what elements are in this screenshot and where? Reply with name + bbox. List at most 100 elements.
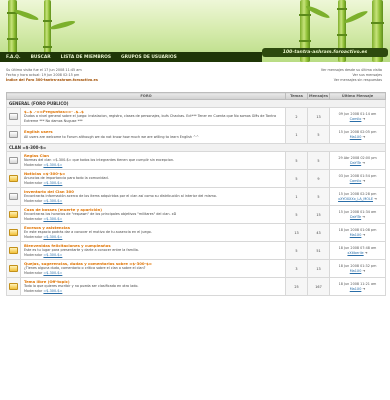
moderator-link[interactable]: =$-300-$= — [43, 163, 62, 167]
forum-moderator: Moderador =$-300-$= — [24, 288, 63, 293]
moderator-link[interactable]: =$-300-$= — [43, 253, 62, 257]
forum-last-post: 18 Jun 2008 01:32 pm Ma1X0 ➔ — [329, 259, 386, 278]
go-to-last-post-icon[interactable]: ➔ — [374, 197, 377, 201]
folder-icon — [9, 192, 18, 200]
forum-row: Tema libre (Off-topic) Todo lo que quier… — [6, 277, 386, 296]
forum-moderator: Moderador =$-300-$= — [24, 198, 63, 203]
forum-topics-count: 5 — [285, 241, 308, 260]
forum-posts-count: 167 — [307, 277, 330, 296]
forum-row: Bienvenidas felicitaciones y cumpleaños … — [6, 241, 386, 260]
moderator-link[interactable]: =$-300-$= — [43, 289, 62, 293]
nav-members-list[interactable]: LISTA DE MIEMBROS — [61, 55, 111, 60]
folder-new-posts-icon — [9, 210, 18, 218]
go-to-last-post-icon[interactable]: ➔ — [362, 179, 365, 183]
forum-status-cell — [6, 107, 21, 126]
forum-domain-banner: 100-tantra-ashram.foroactivo.es — [262, 48, 388, 57]
forum-topics-count: 5 — [285, 169, 308, 188]
forum-posts-count: 15 — [307, 205, 330, 224]
moderator-link[interactable]: =$-300-$= — [43, 181, 62, 185]
forum-topics-count: 5 — [285, 151, 308, 170]
nav-search[interactable]: BUSCAR — [31, 55, 51, 60]
forum-description: All users are welcome to Forum although … — [24, 134, 199, 139]
forum-posts-count: 5 — [307, 187, 330, 206]
forum-topics-count: 13 — [285, 223, 308, 242]
forum-moderator: Moderador =$-300-$= — [24, 162, 63, 167]
moderator-link[interactable]: =$-300-$= — [43, 217, 62, 221]
last-post-user-link[interactable]: xXYOXXXx_LA_MOLE — [338, 197, 373, 201]
forum-last-post: 15 Jun 2008 01:34 am DaYiTe ➔ — [329, 205, 386, 224]
forum-topics-count: 3 — [285, 259, 308, 278]
forum-topics-count: 2 — [285, 107, 308, 126]
forum-row: Reglas Clan Normas del clan =$-300-$= qu… — [6, 151, 386, 170]
forum-moderator: Moderador =$-300-$= — [24, 270, 63, 275]
go-to-last-post-icon[interactable]: ➔ — [362, 233, 365, 237]
last-post-user-link[interactable]: DaYiTe — [350, 215, 361, 219]
forum-status-cell — [6, 241, 21, 260]
folder-icon — [9, 156, 18, 164]
forum-info-cell: Quejas, sugerencias, dudas y comentarios… — [20, 259, 286, 278]
forum-column-header: FORO — [6, 92, 286, 100]
last-post-user-link[interactable]: Ma1X0 — [350, 287, 362, 291]
forum-last-post: 18 Jun 2008 01:08 pm Ma1X0 ➔ — [329, 223, 386, 242]
go-to-last-post-icon[interactable]: ➔ — [362, 287, 365, 291]
unanswered-posts-link[interactable]: Ver mensajes sin respuestas — [321, 78, 382, 83]
top-navigation: F.A.Q. BUSCAR LISTA DE MIEMBROS GRUPOS D… — [0, 52, 262, 62]
forum-moderator: Moderador =$-300-$= — [24, 216, 63, 221]
go-to-last-post-icon[interactable]: ➔ — [362, 117, 365, 121]
last-post-column-header: Último Mensaje — [329, 92, 386, 100]
last-post-user-link[interactable]: xXtiberile — [347, 251, 363, 255]
forum-row: $..$ .-==Preguntas==- .$..$ Dudas a nive… — [6, 107, 386, 126]
moderator-link[interactable]: =$-300-$= — [43, 199, 62, 203]
go-to-last-post-icon[interactable]: ➔ — [362, 215, 365, 219]
forum-topics-count: 25 — [285, 277, 308, 296]
folder-new-posts-icon — [9, 282, 18, 290]
forum-info-cell: Caza de bosses (muerte y aparición) Enco… — [20, 205, 286, 224]
forum-topics-count: 5 — [285, 205, 308, 224]
go-to-last-post-icon[interactable]: ➔ — [362, 135, 365, 139]
topics-column-header: Temas — [285, 92, 308, 100]
forum-last-post: 03 Jun 2008 01:54 pm Camilo ➔ — [329, 169, 386, 188]
forum-posts-count: 5 — [307, 151, 330, 170]
folder-icon — [9, 130, 18, 138]
forum-index-link[interactable]: Índice del Foro 300-tantra-ashram.foroac… — [6, 78, 98, 83]
forum-posts-count: 13 — [307, 259, 330, 278]
forum-info-cell: Tema libre (Off-topic) Todo lo que quier… — [20, 277, 286, 296]
folder-icon — [9, 112, 18, 120]
forum-topics-count: 1 — [285, 125, 308, 144]
forum-description: Dudas a nivel general sobre el juego: in… — [24, 114, 277, 123]
last-post-user-link[interactable]: Ma1X0 — [350, 233, 362, 237]
moderator-link[interactable]: =$-300-$= — [43, 271, 62, 275]
category-header: CLAN =$-300-$= — [6, 143, 386, 152]
forum-row: Quejas, sugerencias, dudas y comentarios… — [6, 259, 386, 278]
forum-row: Inventario del Clan 300 Encontrarás info… — [6, 187, 386, 206]
go-to-last-post-icon[interactable]: ➔ — [362, 161, 365, 165]
forum-info-cell: Reglas Clan Normas del clan =$-300-$= qu… — [20, 151, 286, 170]
moderator-link[interactable]: =$-300-$= — [43, 235, 62, 239]
last-post-user-link[interactable]: Camilo — [350, 179, 362, 183]
nav-user-groups[interactable]: GRUPOS DE USUARIOS — [121, 55, 177, 60]
last-post-user-link[interactable]: Ma1X0 — [350, 135, 362, 139]
forum-row: Excesos y asistencias En este espacio po… — [6, 223, 386, 242]
go-to-last-post-icon[interactable]: ➔ — [365, 251, 368, 255]
forum-info-cell: $..$ .-==Preguntas==- .$..$ Dudas a nive… — [20, 107, 286, 126]
forum-topics-count: 1 — [285, 187, 308, 206]
nav-faq[interactable]: F.A.Q. — [6, 55, 21, 60]
forum-status-cell — [6, 223, 21, 242]
folder-new-posts-icon — [9, 264, 18, 272]
last-post-user-link[interactable]: Ma1X0 — [350, 269, 362, 273]
forum-last-post: 18 Jun 2008 07:48 am xXtiberile ➔ — [329, 241, 386, 260]
folder-new-posts-icon — [9, 174, 18, 182]
last-post-user-link[interactable]: Camilo — [350, 117, 362, 121]
forum-info-cell: Excesos y asistencias En este espacio po… — [20, 223, 286, 242]
forum-posts-count: 5 — [307, 125, 330, 144]
last-post-user-link[interactable]: DaYiTe — [350, 161, 361, 165]
forum-last-post: 29 Abr 2008 02:00 pm DaYiTe ➔ — [329, 151, 386, 170]
forum-moderator: Moderador =$-300-$= — [24, 234, 63, 239]
forum-last-post: 18 Jun 2008 11:21 am Ma1X0 ➔ — [329, 277, 386, 296]
forum-table: FORO Temas Mensajes Último Mensaje GENER… — [6, 92, 386, 296]
folder-new-posts-icon — [9, 228, 18, 236]
forum-posts-count: 9 — [307, 169, 330, 188]
folder-new-posts-icon — [9, 246, 18, 254]
forum-status-cell — [6, 259, 21, 278]
go-to-last-post-icon[interactable]: ➔ — [362, 269, 365, 273]
